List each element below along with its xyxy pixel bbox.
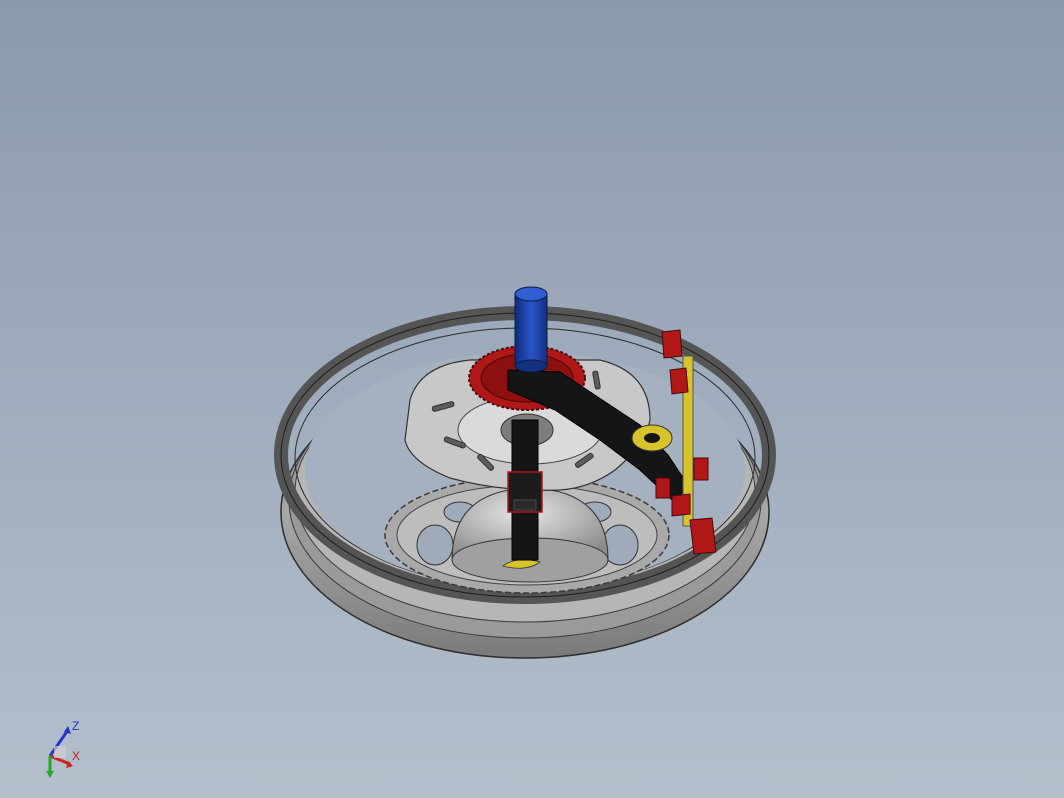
blue-shaft xyxy=(514,286,548,373)
model-3d-view[interactable] xyxy=(0,0,1064,798)
z-axis-label: Z xyxy=(72,719,80,733)
x-axis-label: X xyxy=(72,749,81,763)
vertical-clamp xyxy=(507,419,543,561)
axis-triad-icon xyxy=(46,726,73,778)
graphics-viewport[interactable]: Z X xyxy=(0,0,1064,798)
